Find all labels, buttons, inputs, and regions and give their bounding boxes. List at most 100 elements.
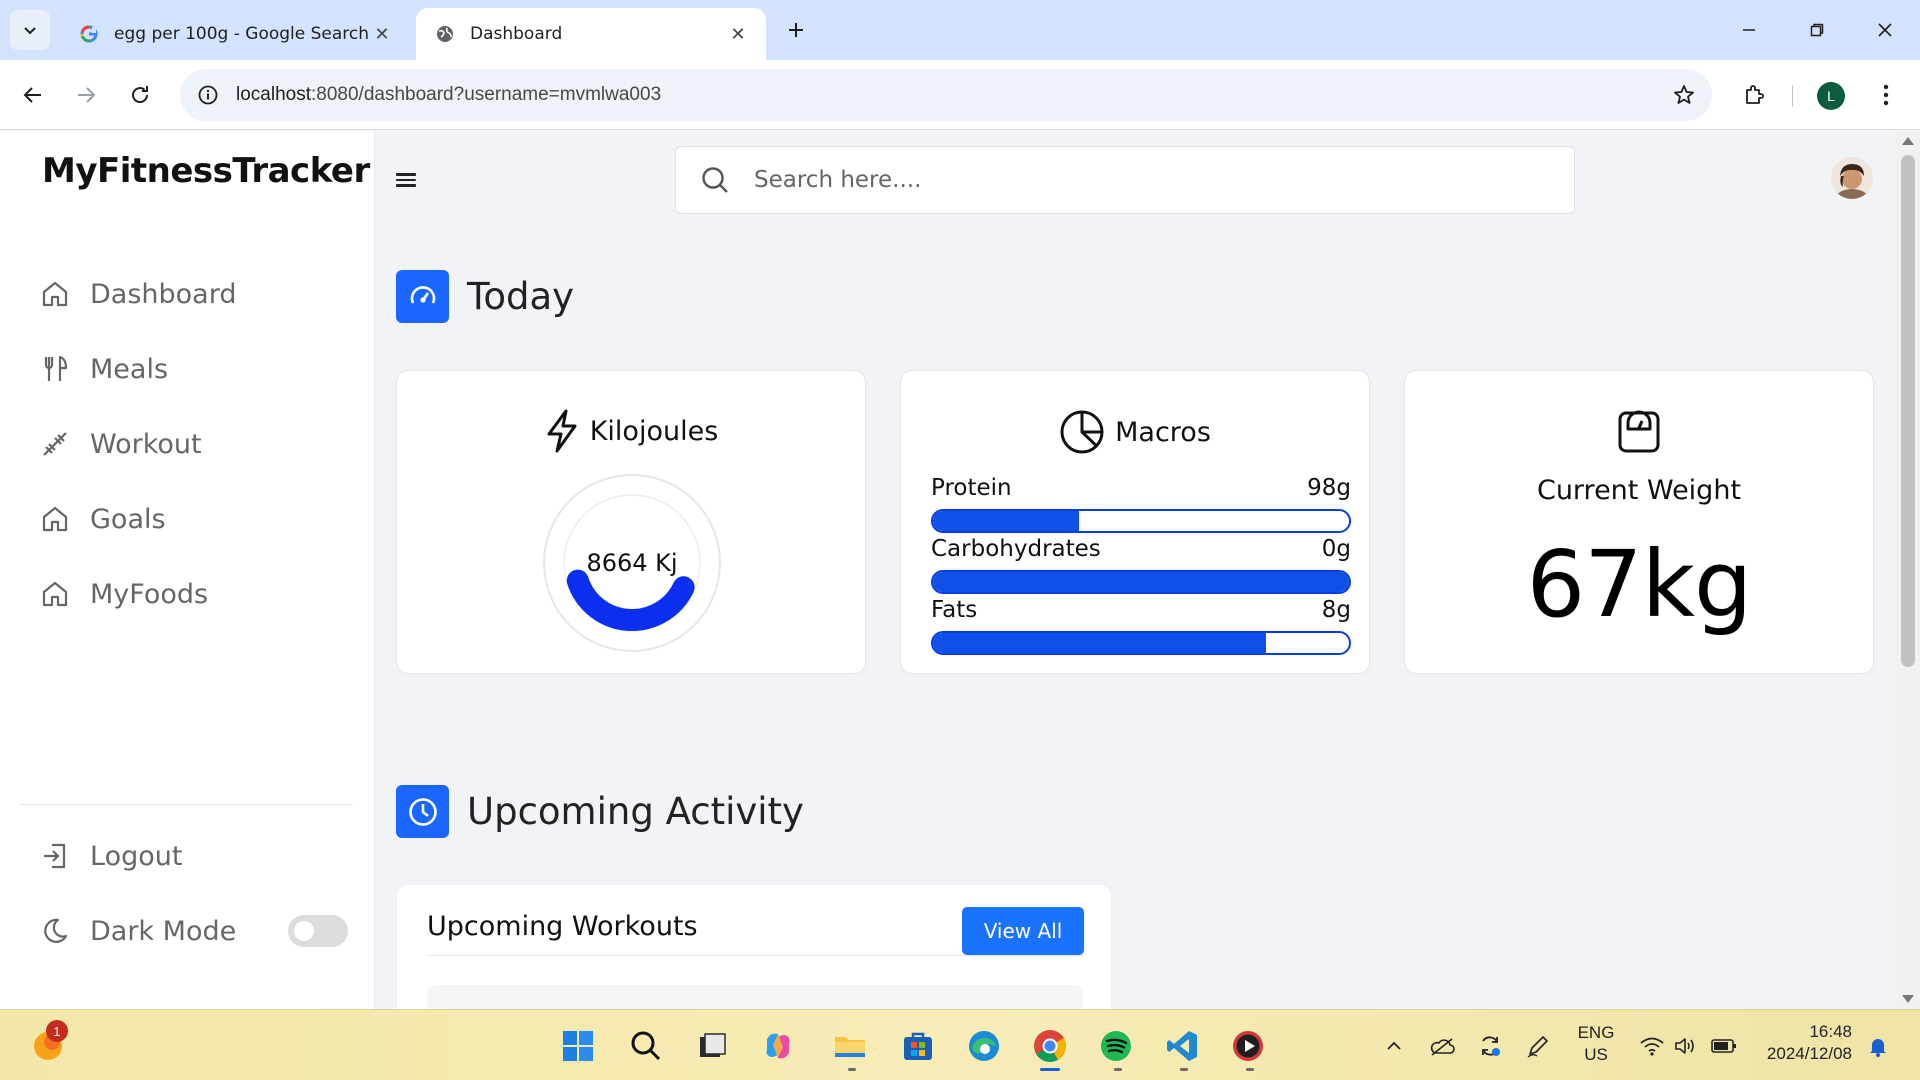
chrome-browser-icon[interactable]	[1030, 1026, 1070, 1066]
forward-button[interactable]	[66, 75, 106, 115]
running-indicator	[1180, 1068, 1188, 1071]
task-view-icon	[700, 1033, 726, 1057]
view-all-button[interactable]: View All	[962, 907, 1084, 955]
globe-icon	[434, 23, 456, 45]
microsoft-store-icon[interactable]	[898, 1026, 938, 1066]
logout-button[interactable]: Logout	[36, 831, 182, 881]
macro-label: Carbohydrates	[931, 536, 1101, 562]
sidebar-item-goals[interactable]: Goals	[36, 494, 166, 544]
show-hidden-icons-button[interactable]	[1380, 1032, 1408, 1060]
toolbar-separator	[1792, 85, 1793, 107]
logout-label: Logout	[90, 840, 183, 872]
page-scrollbar[interactable]	[1896, 131, 1920, 1009]
language-indicator[interactable]: ENG US	[1566, 1023, 1626, 1065]
current-weight-card: Current Weight 67kg	[1404, 370, 1874, 674]
edge-browser-icon[interactable]	[964, 1026, 1004, 1066]
plus-icon	[789, 23, 803, 37]
kilojoules-card-title: Kilojoules	[397, 409, 865, 453]
address-bar[interactable]: localhost:8080/dashboard?username=mvmlwa…	[180, 69, 1712, 121]
url-text[interactable]: localhost:8080/dashboard?username=mvmlwa…	[236, 84, 1656, 106]
home-icon	[36, 500, 74, 538]
sidebar-item-meals[interactable]: Meals	[36, 344, 168, 394]
file-explorer-icon[interactable]	[830, 1026, 870, 1066]
vscode-icon[interactable]	[1162, 1026, 1202, 1066]
media-player-icon[interactable]	[1228, 1026, 1268, 1066]
bookmark-star-icon[interactable]	[1656, 83, 1712, 107]
browser-toolbar: localhost:8080/dashboard?username=mvmlwa…	[0, 60, 1920, 130]
sidebar-item-label: Goals	[90, 503, 166, 535]
current-weight-value: 67kg	[1526, 531, 1753, 638]
chevron-up-icon	[1387, 1041, 1401, 1050]
restore-button[interactable]	[1794, 10, 1840, 50]
close-window-button[interactable]	[1862, 10, 1908, 50]
extensions-button[interactable]	[1734, 75, 1774, 115]
minimize-button[interactable]	[1726, 10, 1772, 50]
sidebar-item-myfoods[interactable]: MyFoods	[36, 569, 208, 619]
search-bar	[675, 146, 1575, 214]
kilojoules-card: Kilojoules 8664 Kj	[396, 370, 866, 674]
sidebar: MyFitnessTracker Dashboard Meals Workout…	[0, 131, 375, 1009]
new-tab-button[interactable]	[780, 14, 812, 46]
sync-icon[interactable]	[1476, 1032, 1504, 1060]
sidebar-item-dashboard[interactable]: Dashboard	[36, 269, 236, 319]
browser-tab-google-search[interactable]: egg per 100g - Google Search ✕	[60, 8, 410, 60]
sidebar-item-label: Dashboard	[90, 278, 237, 310]
search-input[interactable]	[754, 167, 1534, 193]
utensils-icon	[36, 350, 74, 388]
scrollbar-thumb[interactable]	[1901, 155, 1915, 667]
spotify-icon[interactable]	[1096, 1026, 1136, 1066]
macros-title: Macros	[1115, 416, 1211, 448]
active-app-indicator	[1040, 1068, 1060, 1071]
scroll-up-arrow[interactable]	[1902, 137, 1914, 145]
running-indicator	[1114, 1068, 1122, 1071]
notifications-bell-icon[interactable]	[1864, 1032, 1892, 1060]
tab-search-button[interactable]	[10, 10, 50, 50]
arrow-left-icon	[23, 87, 41, 103]
onedrive-icon[interactable]	[1428, 1032, 1456, 1060]
close-tab-icon[interactable]: ✕	[728, 24, 748, 45]
back-button[interactable]	[13, 75, 53, 115]
taskbar-search-button[interactable]	[626, 1026, 666, 1066]
start-button[interactable]	[558, 1026, 598, 1066]
site-info-icon[interactable]	[180, 84, 236, 106]
macro-progress-fill	[933, 511, 1079, 531]
task-view-button[interactable]	[692, 1026, 732, 1066]
sidebar-item-label: Workout	[90, 428, 202, 460]
macro-value: 0g	[1321, 536, 1351, 562]
menu-icon-bar	[396, 173, 416, 176]
menu-toggle-button[interactable]	[396, 168, 420, 192]
toggle-knob	[294, 921, 314, 941]
pen-icon[interactable]	[1524, 1032, 1552, 1060]
search-icon	[631, 1031, 661, 1061]
close-tab-icon[interactable]: ✕	[372, 24, 392, 45]
user-avatar[interactable]	[1831, 157, 1873, 199]
browser-tab-dashboard[interactable]: Dashboard ✕	[416, 8, 766, 60]
menu-icon-bar	[396, 178, 416, 182]
macro-progress-fill	[933, 572, 1349, 592]
upcoming-activity-header: Upcoming Activity	[396, 785, 804, 838]
macro-value: 98g	[1307, 475, 1351, 501]
browser-menu-button[interactable]	[1866, 75, 1906, 115]
url-host: localhost	[236, 84, 311, 105]
scroll-down-arrow[interactable]	[1902, 995, 1914, 1003]
wifi-icon[interactable]	[1638, 1032, 1666, 1060]
macro-label: Fats	[931, 597, 978, 623]
profile-avatar[interactable]: L	[1817, 82, 1845, 110]
card-divider	[427, 955, 1083, 956]
macro-value: 8g	[1321, 597, 1351, 623]
reload-button[interactable]	[120, 75, 160, 115]
clock[interactable]: 16:48 2024/12/08	[1756, 1022, 1852, 1064]
app-brand[interactable]: MyFitnessTracker	[42, 151, 370, 191]
copilot-icon[interactable]	[758, 1026, 798, 1066]
kilojoules-progress-ring: 8664 Kj	[543, 474, 721, 652]
windows-icon	[563, 1031, 593, 1061]
volume-icon[interactable]	[1672, 1032, 1700, 1060]
dark-mode-label: Dark Mode	[90, 915, 237, 947]
battery-icon[interactable]	[1710, 1032, 1738, 1060]
upcoming-workouts-title: Upcoming Workouts	[427, 911, 698, 942]
sidebar-item-workout[interactable]: Workout	[36, 419, 202, 469]
close-icon	[1878, 23, 1892, 37]
macro-progress-bar	[931, 631, 1351, 655]
dark-mode-toggle[interactable]	[288, 915, 348, 947]
weight-scale-icon	[1405, 409, 1873, 455]
